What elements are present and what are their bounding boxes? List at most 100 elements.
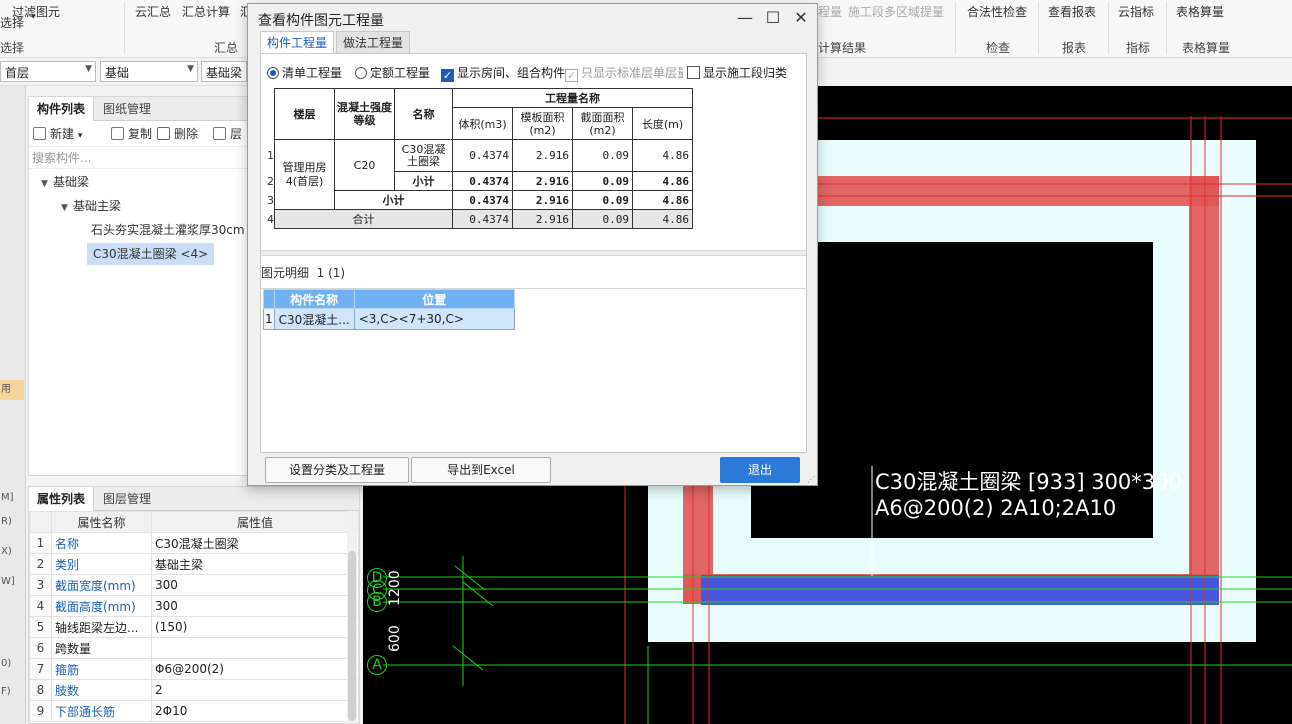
tab-component-quantity[interactable]: 构件工程量 (260, 31, 335, 54)
ribbon-cloud-summary-button[interactable]: 云汇总 (135, 3, 171, 20)
export-excel-button[interactable]: 导出到Excel (411, 457, 551, 483)
ribbon-multi-section-button[interactable]: 施工段多区域提量 (848, 3, 944, 20)
property-header-row: 属性名称 属性值 (29, 511, 359, 533)
tree-node-foundation-beam[interactable]: ▼ 基础梁 (41, 171, 89, 193)
ribbon-quantity-partial[interactable]: 程量 (818, 3, 842, 20)
ribbon-summary-calc-button[interactable]: 汇总计算 (182, 3, 230, 20)
axis-marker-a[interactable]: A (367, 655, 387, 675)
cell-floor-subtotal-length: 4.86 (632, 190, 693, 210)
property-row[interactable]: 6 跨数量 (29, 637, 359, 659)
ribbon-group-results: 计算结果 (818, 41, 867, 55)
exit-button[interactable]: 退出 (720, 457, 800, 483)
property-row-value[interactable]: (150) (151, 616, 359, 638)
property-row[interactable]: 9 下部通长筋 2Φ10 (29, 700, 359, 722)
layer-copy-button[interactable]: 层 (213, 125, 242, 142)
property-row-value[interactable]: C30混凝土圈梁 (151, 532, 359, 554)
cell-subtotal-section: 0.09 (572, 171, 633, 191)
floor-select[interactable]: 首层 ▼ (0, 61, 96, 82)
scrollbar-thumb[interactable] (348, 551, 356, 721)
dimension-1200: 1200 (387, 570, 403, 606)
property-row-name: 跨数量 (51, 637, 152, 659)
show-room-checkbox[interactable]: ✓显示房间、组合构件量 (441, 64, 565, 82)
chevron-down-icon: ▼ (187, 64, 194, 74)
left-strip-cell: 0) (1, 658, 12, 669)
tab-drawing-management[interactable]: 图纸管理 (95, 97, 159, 121)
axis-marker-b[interactable]: B (367, 592, 387, 612)
element-detail-label: 图元明细 (261, 266, 310, 280)
panel-splitter[interactable] (261, 250, 806, 256)
copy-component-button[interactable]: 复制 (111, 125, 152, 142)
property-row-value[interactable]: 300 (151, 574, 359, 596)
property-row-value[interactable]: Φ6@200(2) (151, 658, 359, 680)
property-row-name: 截面宽度(mm) (51, 574, 152, 596)
cell-subtotal-length: 4.86 (632, 171, 693, 191)
only-standard-floor-checkbox[interactable]: ✓ 只显示标准层单层量 (565, 64, 683, 82)
tree-leaf-c30-ring-beam[interactable]: C30混凝土圈梁 <4> (87, 243, 215, 265)
header-section-area: 截面面积(m2) (572, 107, 633, 140)
type-select[interactable]: 基础梁 (201, 61, 247, 82)
property-row-value[interactable]: 2Φ10 (151, 700, 359, 722)
classify-quantity-button[interactable]: 设置分类及工程量 (265, 457, 409, 483)
new-label: 新建 (50, 127, 75, 141)
property-row-name: 名称 (51, 532, 152, 554)
cad-beam-right[interactable] (1189, 176, 1219, 604)
property-panel-tabs: 属性列表 图层管理 (29, 487, 359, 511)
quota-quantity-radio[interactable]: 定额工程量 (355, 64, 430, 81)
property-index-header (29, 511, 52, 533)
delete-component-button[interactable]: 删除 (157, 125, 198, 142)
show-section-checkbox[interactable]: 显示施工段归类 (687, 64, 787, 81)
tab-layer-management[interactable]: 图层管理 (95, 487, 159, 511)
property-row-value[interactable]: 基础主梁 (151, 553, 359, 575)
property-row[interactable]: 2 类别 基础主梁 (29, 553, 359, 575)
property-row[interactable]: 4 截面高度(mm) 300 (29, 595, 359, 617)
property-row[interactable]: 5 轴线距梁左边... (150) (29, 616, 359, 638)
property-row-value[interactable] (151, 637, 359, 659)
maximize-icon[interactable]: ☐ (762, 8, 784, 27)
tab-method-quantity[interactable]: 做法工程量 (336, 31, 411, 54)
new-file-icon (33, 127, 46, 140)
quantity-table: 楼层 混凝土强度等级 名称 工程量名称 体积(m3) 模板面积(m2) 截面面积… (267, 88, 693, 229)
property-row[interactable]: 1 名称 C30混凝土圈梁 (29, 532, 359, 554)
tree-node-main-beam[interactable]: ▼ 基础主梁 (61, 195, 121, 217)
quantity-total-row[interactable]: 4 合计 0.4374 2.916 0.09 4.86 (267, 209, 693, 229)
quantity-header-row: 楼层 混凝土强度等级 名称 工程量名称 (267, 88, 693, 140)
trash-icon (157, 127, 170, 140)
row-number: 2 (267, 174, 274, 188)
cad-beam-selected[interactable] (701, 575, 1219, 605)
copy-label: 复制 (128, 127, 153, 141)
property-scrollbar[interactable] (347, 511, 357, 723)
ribbon-select-button[interactable]: 选择 (0, 14, 24, 31)
element-detail-count: 1 (1) (316, 266, 346, 280)
property-row[interactable]: 7 箍筋 Φ6@200(2) (29, 658, 359, 680)
close-icon[interactable]: ✕ (790, 8, 812, 27)
tree-leaf-stone-concrete[interactable]: 石头夯实混凝土灌浆厚30cm (91, 219, 245, 241)
property-row-value[interactable]: 2 (151, 679, 359, 701)
category-select[interactable]: 基础 ▼ (100, 61, 198, 82)
new-component-button[interactable]: 新建 ▾ (33, 125, 82, 142)
chevron-down-icon[interactable]: ▾ (31, 12, 36, 22)
property-row[interactable]: 8 肢数 2 (29, 679, 359, 701)
detail-row[interactable]: 1 C30混凝土... <3,C><7+30,C> (263, 308, 515, 330)
minimize-icon[interactable]: — (734, 8, 756, 27)
tab-property-list[interactable]: 属性列表 (29, 487, 95, 511)
quantity-item-row[interactable]: 1 管理用房4(首层) C20 C30混凝土圈梁 0.4374 2.916 0.… (267, 139, 693, 210)
left-strip-cell[interactable]: 用 (0, 380, 24, 400)
left-strip-cell: R) (1, 516, 12, 527)
cell-total-section: 0.09 (572, 209, 633, 229)
resize-grip-icon[interactable]: ⋰ (807, 475, 815, 484)
dialog-title: 查看构件图元工程量 (258, 13, 384, 29)
ribbon-legality-check-button[interactable]: 合法性检查 (967, 3, 1027, 20)
cell-section-area: 0.09 (572, 139, 633, 172)
ribbon-table-quantity-button[interactable]: 表格算量 (1176, 3, 1224, 20)
property-row-index: 2 (29, 553, 52, 575)
ribbon-separator (1166, 2, 1167, 54)
tab-component-list[interactable]: 构件列表 (29, 97, 95, 121)
ribbon-group-check: 检查 (986, 41, 1011, 55)
ribbon-view-report-button[interactable]: 查看报表 (1048, 3, 1096, 20)
property-row[interactable]: 3 截面宽度(mm) 300 (29, 574, 359, 596)
bill-quantity-radio[interactable]: 清单工程量 (267, 64, 342, 81)
property-row-value[interactable]: 300 (151, 595, 359, 617)
tree-node-label: 基础主梁 (73, 199, 122, 213)
checkbox-unchecked-icon (687, 66, 700, 79)
ribbon-cloud-index-button[interactable]: 云指标 (1118, 3, 1154, 20)
